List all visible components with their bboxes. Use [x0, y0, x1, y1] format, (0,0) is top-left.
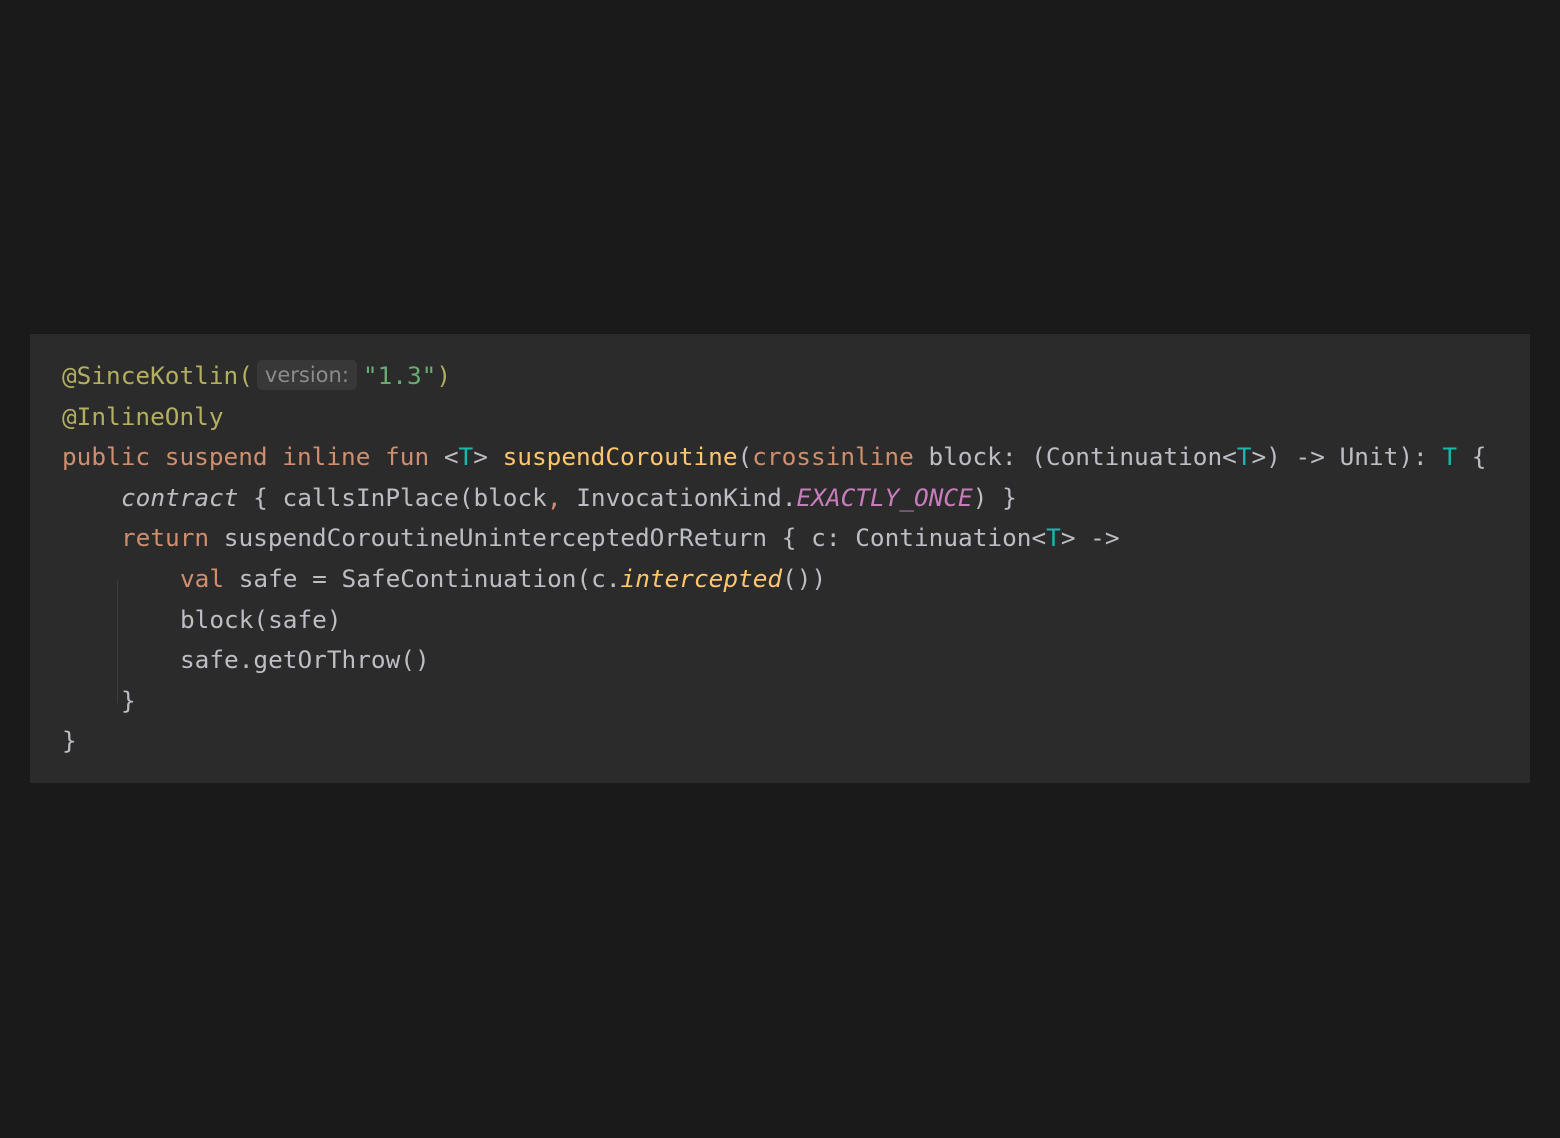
code-text-token: safe = SafeContinuation(c.: [238, 563, 621, 593]
type-param-token: T: [458, 442, 474, 472]
code-text-token: InvocationKind.: [576, 482, 797, 512]
contract-token: contract: [121, 482, 239, 512]
constant-token: EXACTLY_ONCE: [796, 482, 973, 512]
keyword-token: public: [62, 442, 151, 472]
code-text-token: block: (Continuation<: [928, 442, 1237, 472]
function-name-token: suspendCoroutine: [502, 442, 738, 472]
code-line-9: }: [62, 681, 1530, 722]
punct-token: (: [737, 442, 753, 472]
annotation-close-token: ): [436, 361, 452, 390]
code-line-1: @SinceKotlin(version: "1.3"): [62, 356, 1530, 397]
brace-token: }: [62, 726, 77, 756]
code-editor-panel[interactable]: @SinceKotlin(version: "1.3") @InlineOnly …: [30, 334, 1530, 783]
type-param-token: T: [1442, 442, 1458, 472]
keyword-token: val: [180, 563, 225, 593]
code-line-6: val safe = SafeContinuation(c.intercepte…: [62, 559, 1530, 600]
code-line-2: @InlineOnly: [62, 397, 1530, 438]
code-line-3: public suspend inline fun <T> suspendCor…: [62, 437, 1530, 478]
keyword-token: inline: [282, 442, 371, 472]
string-token: "1.3": [362, 361, 437, 390]
keyword-token: crossinline: [752, 442, 914, 472]
code-text-token: > ->: [1060, 523, 1120, 553]
punct-token: >: [473, 442, 488, 472]
code-text-token: { callsInPlace(block: [253, 482, 547, 512]
code-text-token: suspendCoroutineUninterceptedOrReturn { …: [223, 523, 1047, 553]
code-text-token: safe.getOrThrow(): [180, 645, 430, 675]
code-text-token: >) -> Unit):: [1251, 442, 1443, 472]
annotation-token: @InlineOnly: [62, 401, 224, 431]
code-line-8: safe.getOrThrow(): [62, 640, 1530, 681]
brace-token: {: [1471, 442, 1487, 472]
type-param-token: T: [1046, 523, 1061, 553]
parameter-name-hint: version:: [256, 360, 357, 390]
code-text-token: ()): [782, 563, 827, 593]
code-line-10: }: [62, 721, 1530, 762]
code-line-5: return suspendCoroutineUninterceptedOrRe…: [62, 518, 1530, 559]
keyword-token: return: [121, 523, 210, 553]
code-line-7: block(safe): [62, 600, 1530, 641]
code-text-token: block(safe): [180, 604, 342, 634]
code-text-token: ) }: [972, 482, 1017, 512]
keyword-token: fun: [385, 442, 430, 472]
keyword-token: suspend: [164, 442, 268, 472]
punct-token: <: [443, 442, 459, 472]
function-call-token: intercepted: [620, 563, 783, 593]
type-param-token: T: [1236, 442, 1252, 472]
comma-token: ,: [546, 482, 562, 512]
code-line-4: contract { callsInPlace(block, Invocatio…: [62, 478, 1530, 519]
brace-token: }: [121, 685, 136, 715]
annotation-token: @SinceKotlin(: [62, 361, 253, 390]
